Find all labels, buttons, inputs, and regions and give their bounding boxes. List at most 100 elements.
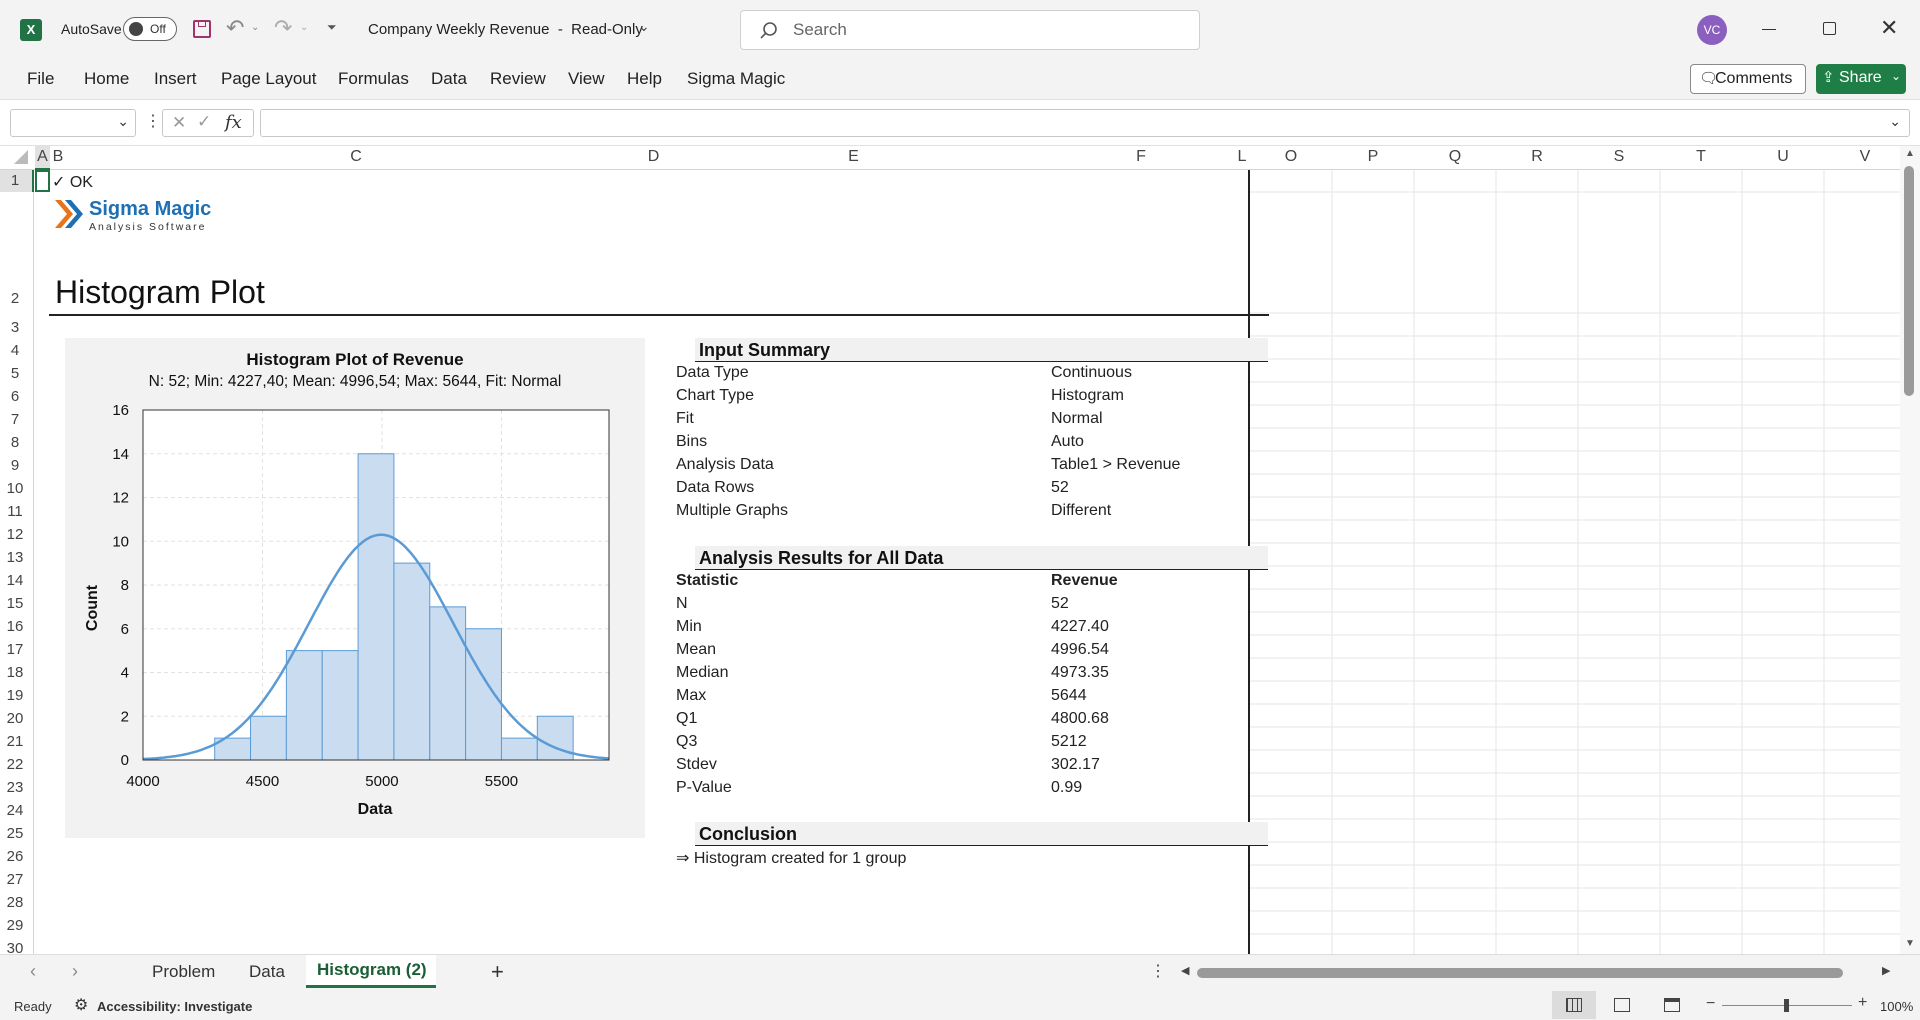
row-header[interactable]: 17 xyxy=(0,641,30,658)
zoom-level[interactable]: 100% xyxy=(1880,999,1913,1014)
add-sheet-icon[interactable]: + xyxy=(491,959,504,985)
worksheet-grid[interactable]: ✓ OK Sigma Magic Analysis Software Histo… xyxy=(35,170,1900,954)
page-layout-view-icon[interactable] xyxy=(1614,998,1630,1012)
row-header[interactable]: 1 xyxy=(0,172,30,189)
hscroll-right-icon[interactable]: ▶ xyxy=(1882,964,1890,977)
title-chevron-down-icon[interactable]: ⌄ xyxy=(638,18,650,35)
menu-file[interactable]: File xyxy=(27,69,54,89)
menu-view[interactable]: View xyxy=(568,69,605,89)
column-header-R[interactable]: R xyxy=(1496,148,1578,166)
zoom-out-icon[interactable]: − xyxy=(1706,995,1715,1013)
row-header[interactable]: 5 xyxy=(0,365,30,382)
menu-data[interactable]: Data xyxy=(431,69,467,89)
expand-formula-chevron-icon[interactable]: ⌄ xyxy=(1889,113,1901,130)
sheet-tab-data[interactable]: Data xyxy=(249,962,285,982)
confirm-entry-icon[interactable]: ✓ xyxy=(197,112,211,132)
zoom-slider[interactable] xyxy=(1722,999,1852,1012)
row-header[interactable]: 29 xyxy=(0,917,30,934)
column-header-Q[interactable]: Q xyxy=(1414,148,1496,166)
row-header[interactable]: 12 xyxy=(0,526,30,543)
vertical-scroll-thumb[interactable] xyxy=(1904,166,1914,396)
row-header[interactable]: 13 xyxy=(0,549,30,566)
page-break-view-icon[interactable] xyxy=(1664,998,1680,1012)
row-header[interactable]: 23 xyxy=(0,779,30,796)
column-header-B[interactable]: B xyxy=(50,148,66,166)
scroll-down-icon[interactable]: ▼ xyxy=(1905,938,1915,949)
column-header-P[interactable]: P xyxy=(1332,148,1414,166)
column-header-U[interactable]: U xyxy=(1742,148,1824,166)
column-header-V[interactable]: V xyxy=(1824,148,1906,166)
menu-help[interactable]: Help xyxy=(627,69,662,89)
save-icon[interactable] xyxy=(193,20,211,38)
column-header-F[interactable]: F xyxy=(1046,148,1236,166)
row-header[interactable]: 26 xyxy=(0,848,30,865)
row-header[interactable]: 24 xyxy=(0,802,30,819)
sheet-tab-histogram-2[interactable]: Histogram (2) xyxy=(306,955,436,988)
undo-icon[interactable]: ↶ xyxy=(226,15,244,41)
column-header-A[interactable]: A xyxy=(35,148,50,166)
redo-dropdown-icon[interactable]: ⌄ xyxy=(300,22,308,33)
row-header[interactable]: 14 xyxy=(0,572,30,589)
cancel-entry-icon[interactable]: ✕ xyxy=(172,113,186,133)
more-options-icon[interactable]: ⋮ xyxy=(145,111,161,131)
row-header[interactable]: 15 xyxy=(0,595,30,612)
column-header-D[interactable]: D xyxy=(646,148,661,166)
close-icon[interactable]: ✕ xyxy=(1880,15,1898,41)
horizontal-scroll-thumb[interactable] xyxy=(1197,968,1843,978)
row-header[interactable]: 25 xyxy=(0,825,30,842)
row-header[interactable]: 28 xyxy=(0,894,30,911)
column-header-E[interactable]: E xyxy=(661,148,1046,166)
row-header[interactable]: 7 xyxy=(0,411,30,428)
select-all-corner[interactable] xyxy=(14,150,28,164)
accessibility-icon[interactable]: ⚙ xyxy=(74,995,88,1015)
column-header-S[interactable]: S xyxy=(1578,148,1660,166)
menu-sigma-magic[interactable]: Sigma Magic xyxy=(687,69,785,89)
menu-insert[interactable]: Insert xyxy=(154,69,197,89)
normal-view-icon[interactable] xyxy=(1552,991,1596,1019)
zoom-in-icon[interactable]: + xyxy=(1858,994,1867,1012)
excel-logo-icon[interactable]: X xyxy=(20,19,42,41)
document-title[interactable]: Company Weekly Revenue - Read-Only xyxy=(368,21,643,38)
undo-dropdown-icon[interactable]: ⌄ xyxy=(251,22,259,33)
hscroll-left-icon[interactable]: ◀ xyxy=(1181,964,1189,977)
row-header[interactable]: 9 xyxy=(0,457,30,474)
vertical-scrollbar[interactable]: ▲ ▼ xyxy=(1900,146,1920,954)
column-header-C[interactable]: C xyxy=(66,148,646,166)
row-header[interactable]: 11 xyxy=(0,503,30,520)
avatar[interactable]: VC xyxy=(1697,15,1727,45)
tab-options-icon[interactable]: ⋮ xyxy=(1150,961,1166,981)
zoom-slider-thumb[interactable] xyxy=(1784,999,1789,1012)
sheet-tab-problem[interactable]: Problem xyxy=(152,962,215,982)
insert-function-icon[interactable]: fx xyxy=(225,112,242,133)
row-header[interactable]: 18 xyxy=(0,664,30,681)
row-header[interactable]: 19 xyxy=(0,687,30,704)
row-header[interactable]: 4 xyxy=(0,342,30,359)
minimize-icon[interactable] xyxy=(1762,29,1776,30)
column-header-O[interactable]: O xyxy=(1250,148,1332,166)
row-header[interactable]: 3 xyxy=(0,319,30,336)
active-cell-A1[interactable] xyxy=(35,170,50,192)
search-box[interactable]: Search xyxy=(740,10,1200,50)
formula-input[interactable]: ⌄ xyxy=(260,109,1910,137)
row-header[interactable]: 27 xyxy=(0,871,30,888)
row-header[interactable]: 20 xyxy=(0,710,30,727)
row-header[interactable]: 22 xyxy=(0,756,30,773)
menu-formulas[interactable]: Formulas xyxy=(338,69,409,89)
next-sheet-icon[interactable]: › xyxy=(72,961,78,982)
scroll-up-icon[interactable]: ▲ xyxy=(1905,148,1915,159)
accessibility-status[interactable]: Accessibility: Investigate xyxy=(97,999,252,1014)
comments-button[interactable]: 🗨 Comments xyxy=(1690,64,1806,94)
row-header[interactable]: 8 xyxy=(0,434,30,451)
row-header[interactable]: 10 xyxy=(0,480,30,497)
menu-page-layout[interactable]: Page Layout xyxy=(221,69,316,89)
customize-toolbar-icon[interactable]: ⏷ xyxy=(327,20,337,35)
row-header[interactable]: 16 xyxy=(0,618,30,635)
name-box[interactable]: ⌄ xyxy=(10,109,136,137)
share-button[interactable]: ⇪ Share ⌄ xyxy=(1816,64,1906,94)
autosave-toggle[interactable]: Off xyxy=(123,17,177,41)
menu-review[interactable]: Review xyxy=(490,69,546,89)
column-header-T[interactable]: T xyxy=(1660,148,1742,166)
restore-icon[interactable] xyxy=(1823,22,1836,35)
histogram-chart[interactable]: Histogram Plot of Revenue N: 52; Min: 42… xyxy=(65,338,645,838)
row-header[interactable]: 6 xyxy=(0,388,30,405)
